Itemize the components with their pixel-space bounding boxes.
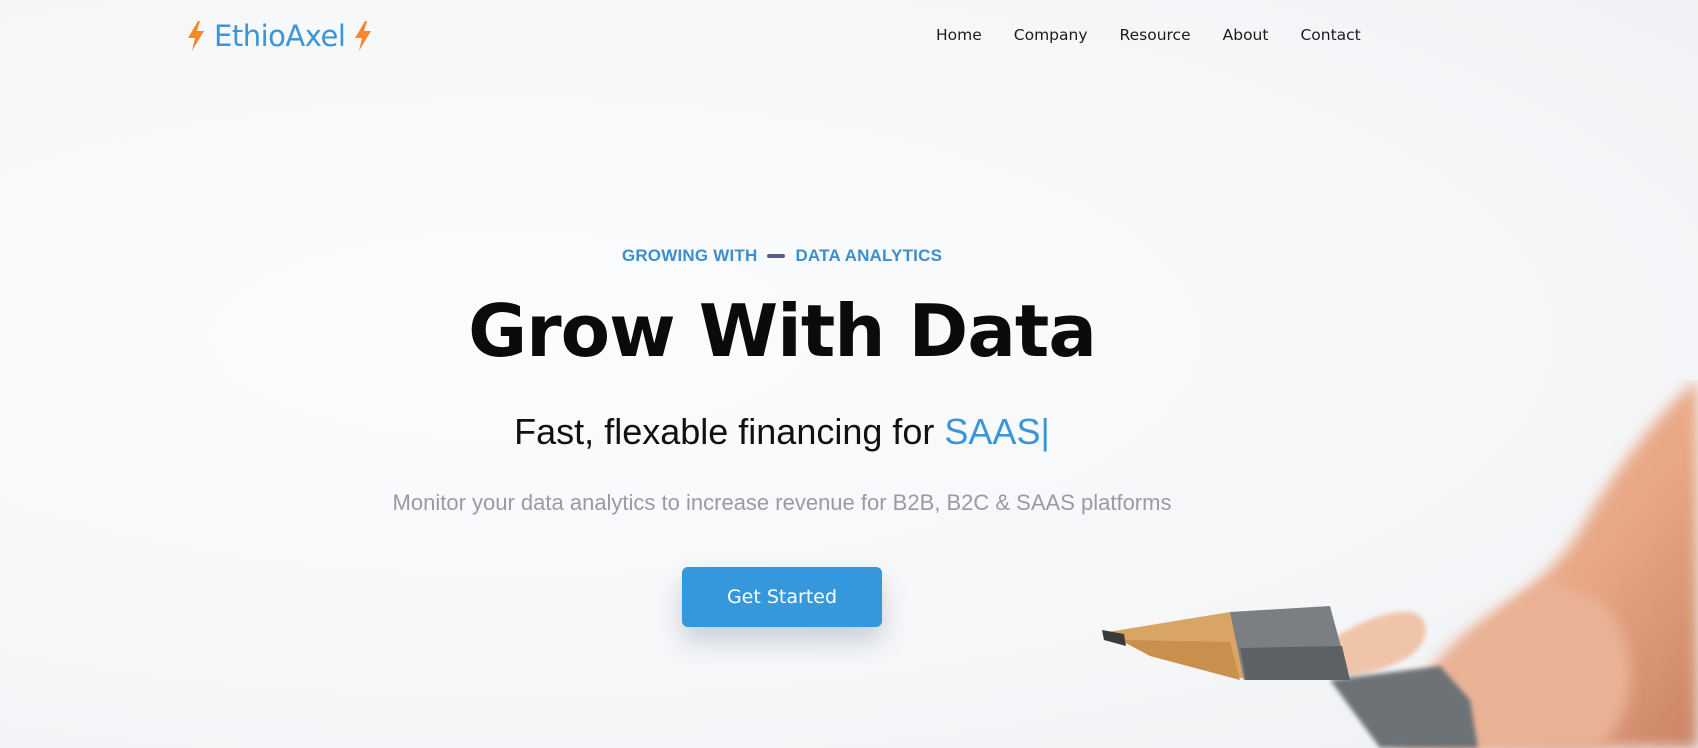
eyebrow-left-text: GROWING WITH <box>621 246 758 265</box>
eyebrow-divider <box>767 254 786 258</box>
nav-item-contact[interactable]: Contact <box>1284 24 1376 46</box>
main-nav: Home Company Resource About Contact <box>920 24 1377 46</box>
cta-container: Get Started <box>0 567 1564 627</box>
lightning-bolt-icon <box>355 21 372 51</box>
get-started-button[interactable]: Get Started <box>682 567 882 627</box>
brand-logo[interactable]: EthioAxel <box>186 16 373 56</box>
hero-eyebrow: GROWING WITH DATA ANALYTICS <box>0 246 1564 266</box>
hero-title: Grow With Data <box>468 289 1097 373</box>
hero-subtitle: Fast, flexable financing for SAAS| <box>0 408 1564 456</box>
subtitle-typed-word: SAAS <box>944 411 1041 452</box>
subtitle-prefix: Fast, flexable financing for <box>514 411 945 452</box>
site-header: EthioAxel Home Company Resource About Co… <box>0 0 1698 72</box>
lightning-bolt-icon <box>188 21 204 51</box>
hero-description: Monitor your data analytics to increase … <box>392 490 1172 515</box>
nav-item-resource[interactable]: Resource <box>1104 24 1207 46</box>
nav-item-home[interactable]: Home <box>920 24 998 46</box>
brand-name: EthioAxel <box>214 19 346 53</box>
typing-caret: | <box>1040 411 1050 452</box>
nav-item-about[interactable]: About <box>1207 24 1285 46</box>
eyebrow-right-text: DATA ANALYTICS <box>795 246 943 265</box>
nav-item-company[interactable]: Company <box>998 24 1104 46</box>
